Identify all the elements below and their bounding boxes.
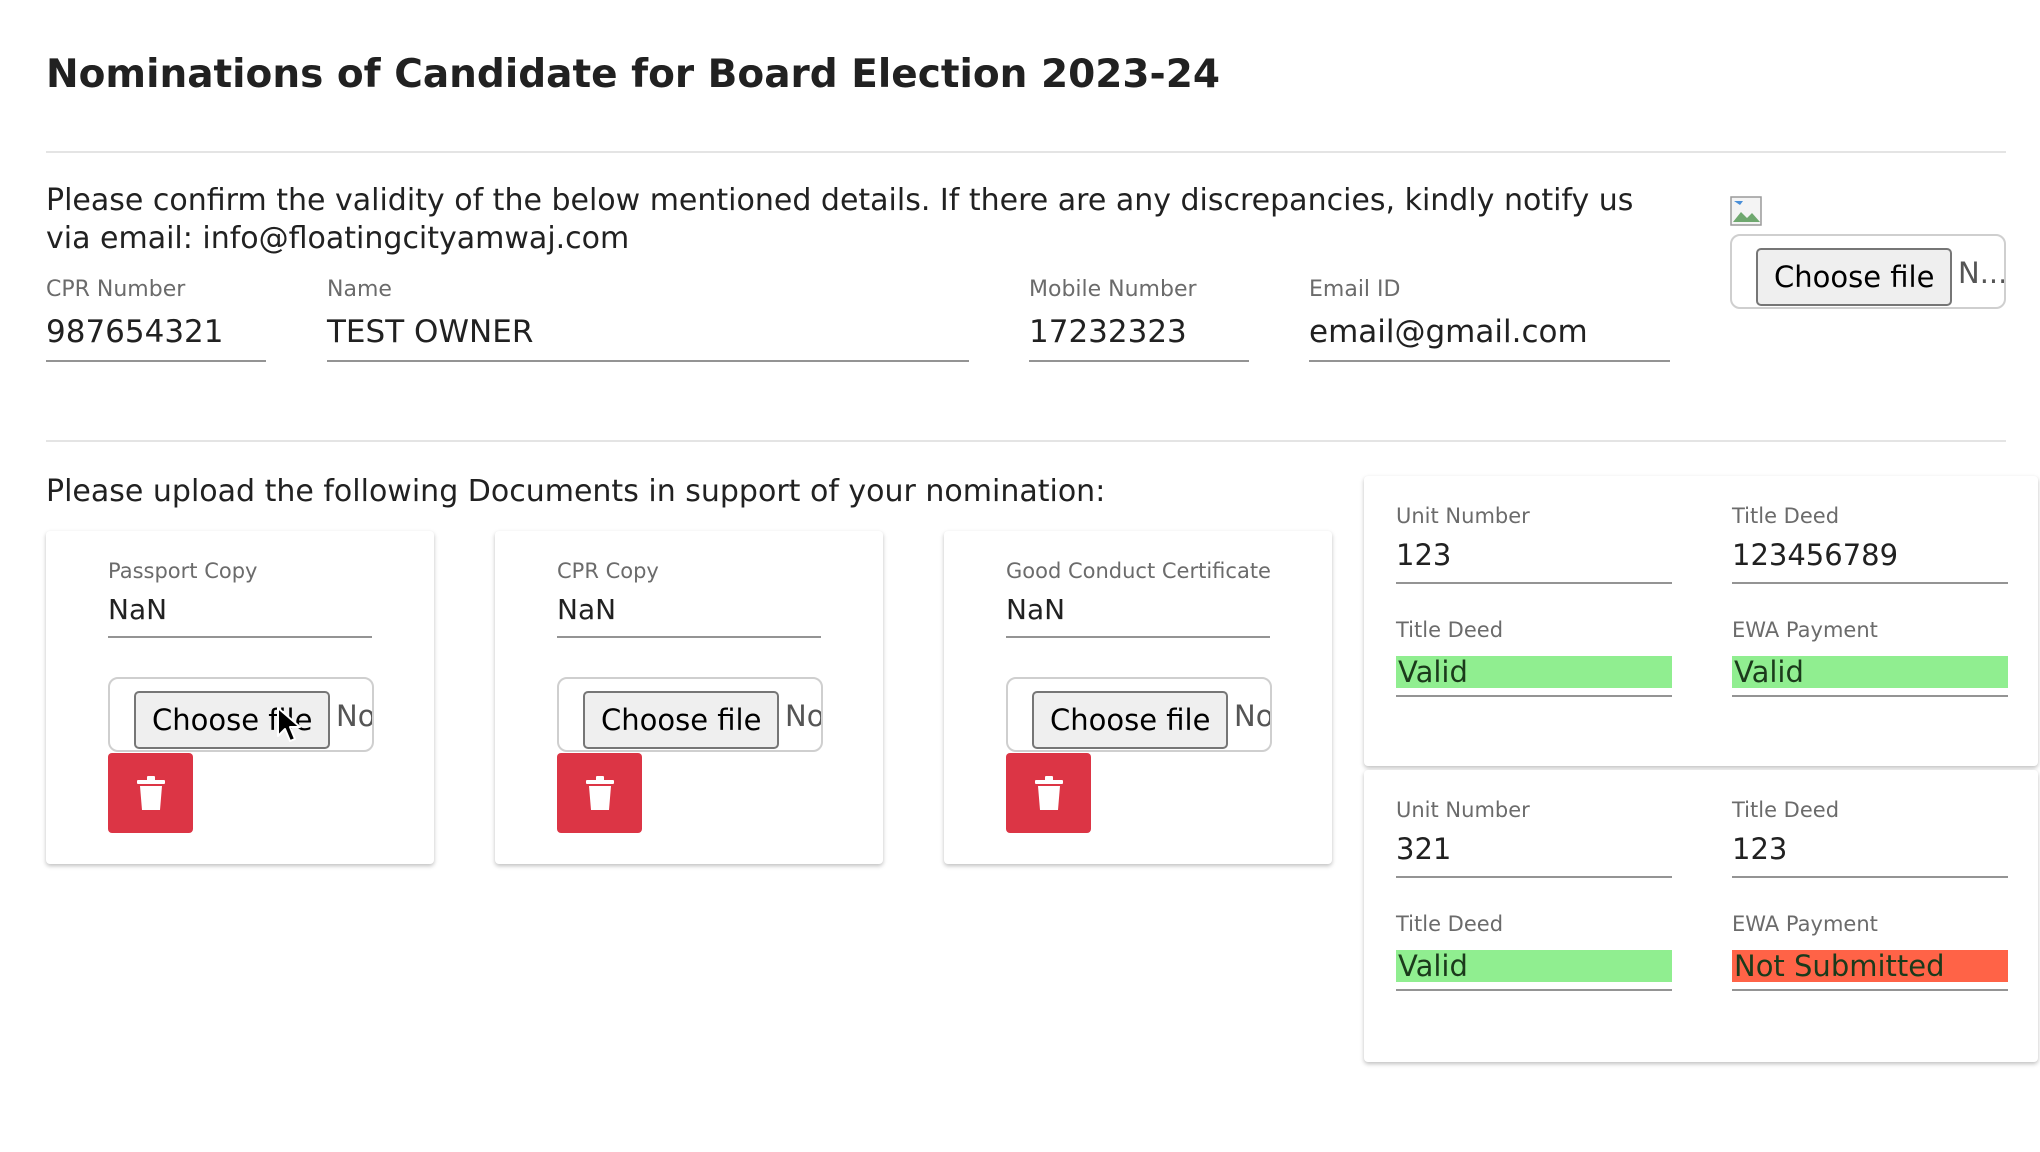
broken-image-icon [1730, 196, 1764, 230]
document-card-good-conduct: Good Conduct Certificate NaN Choose file… [944, 531, 1332, 864]
good-conduct-file-status: No [1234, 699, 1272, 733]
name-field[interactable]: TEST OWNER [327, 314, 969, 362]
cpr-choose-file-button[interactable]: Choose file [583, 691, 780, 749]
cpr-file-status: No [785, 699, 823, 733]
document-value[interactable]: NaN [108, 593, 372, 638]
passport-delete-button[interactable] [108, 753, 193, 833]
cpr-delete-button[interactable] [557, 753, 642, 833]
title-deed-label: Title Deed [1732, 504, 1840, 528]
photo-file-status: N... [1958, 256, 2006, 290]
mouse-pointer-icon [276, 706, 302, 744]
ewa-payment-label: EWA Payment [1732, 912, 1878, 936]
trash-icon [585, 776, 614, 810]
title-deed-status-label: Title Deed [1396, 618, 1504, 642]
unit-card: Unit Number 321 Title Deed 123 Title Dee… [1364, 770, 2038, 1062]
ewa-payment-status-field: Valid [1732, 656, 2008, 697]
name-label: Name [327, 277, 392, 302]
title-deed-field[interactable]: 123456789 [1732, 538, 2008, 584]
email-id-label: Email ID [1309, 277, 1401, 302]
trash-icon [1034, 776, 1063, 810]
ewa-payment-status-badge: Not Submitted [1732, 950, 2008, 982]
good-conduct-delete-button[interactable] [1006, 753, 1091, 833]
document-value[interactable]: NaN [557, 593, 821, 638]
document-value[interactable]: NaN [1006, 593, 1270, 638]
title-deed-field[interactable]: 123 [1732, 832, 2008, 878]
good-conduct-choose-file-button[interactable]: Choose file [1032, 691, 1229, 749]
unit-number-label: Unit Number [1396, 504, 1530, 528]
photo-file-input[interactable]: Choose file N... [1730, 234, 2006, 309]
email-id-field[interactable]: email@gmail.com [1309, 314, 1670, 362]
document-label: Passport Copy [108, 559, 258, 583]
title-deed-status-field: Valid [1396, 656, 1672, 697]
documents-heading: Please upload the following Documents in… [46, 474, 1106, 509]
document-card-cpr: CPR Copy NaN Choose file No [495, 531, 883, 864]
photo-choose-file-button[interactable]: Choose file [1756, 248, 1953, 306]
unit-number-field[interactable]: 123 [1396, 538, 1672, 584]
unit-number-field[interactable]: 321 [1396, 832, 1672, 878]
mobile-number-field[interactable]: 17232323 [1029, 314, 1249, 362]
cpr-file-input[interactable]: Choose file No [557, 677, 823, 752]
ewa-payment-label: EWA Payment [1732, 618, 1878, 642]
good-conduct-file-input[interactable]: Choose file No [1006, 677, 1272, 752]
divider [46, 151, 2006, 153]
title-deed-status-field: Valid [1396, 950, 1672, 991]
ewa-payment-status-field: Not Submitted [1732, 950, 2008, 991]
title-deed-status-badge: Valid [1396, 950, 1672, 982]
passport-file-status: No [336, 699, 374, 733]
unit-number-label: Unit Number [1396, 798, 1530, 822]
cpr-number-label: CPR Number [46, 277, 186, 302]
ewa-payment-status-badge: Valid [1732, 656, 2008, 688]
mobile-number-label: Mobile Number [1029, 277, 1197, 302]
page-title: Nominations of Candidate for Board Elect… [46, 52, 1220, 97]
divider [46, 440, 2006, 442]
confirm-instructions: Please confirm the validity of the below… [46, 183, 1634, 256]
document-label: CPR Copy [557, 559, 659, 583]
trash-icon [136, 776, 165, 810]
cpr-number-field[interactable]: 987654321 [46, 314, 266, 362]
document-card-passport: Passport Copy NaN Choose file No [46, 531, 434, 864]
document-label: Good Conduct Certificate [1006, 559, 1271, 583]
title-deed-label: Title Deed [1732, 798, 1840, 822]
title-deed-status-label: Title Deed [1396, 912, 1504, 936]
passport-file-input[interactable]: Choose file No [108, 677, 374, 752]
unit-card: Unit Number 123 Title Deed 123456789 Tit… [1364, 476, 2038, 766]
title-deed-status-badge: Valid [1396, 656, 1672, 688]
